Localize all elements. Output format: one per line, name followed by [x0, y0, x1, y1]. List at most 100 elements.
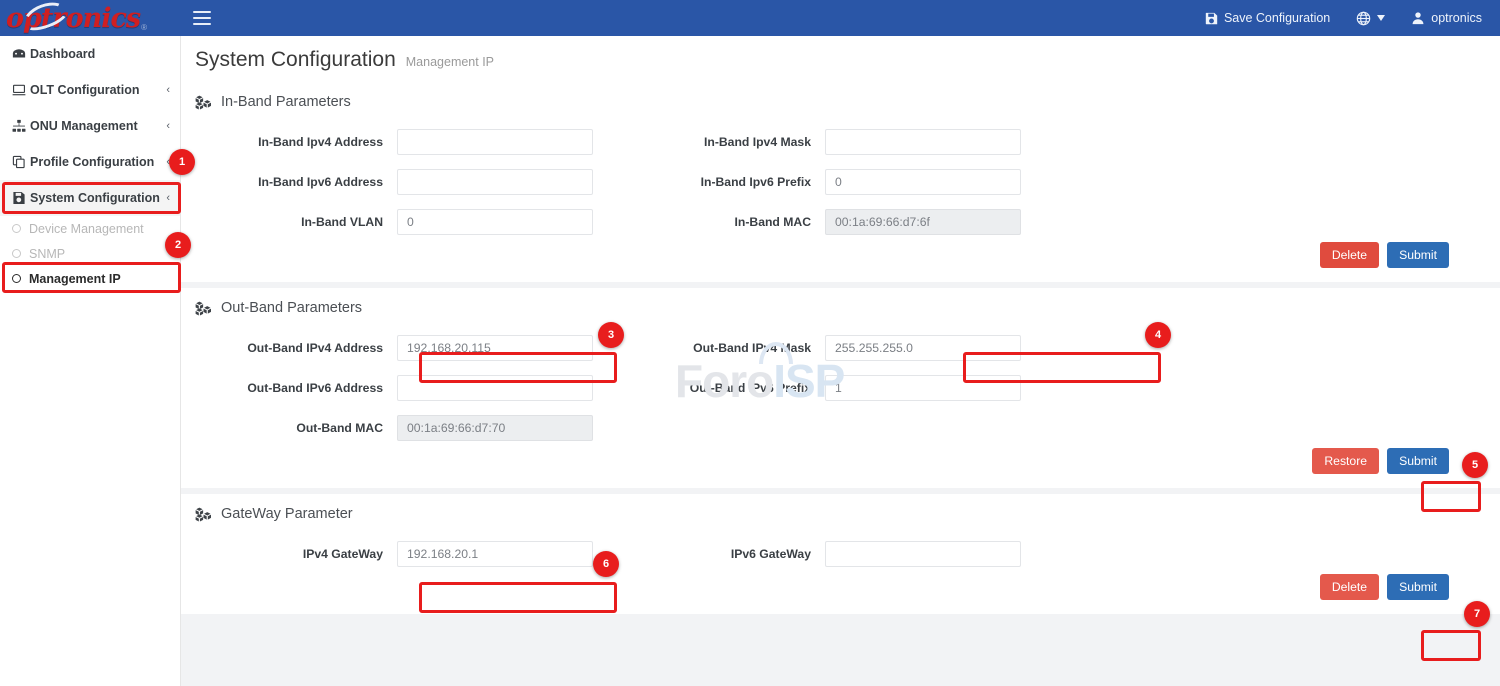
field-label: Out-Band IPv4 Mask — [623, 341, 825, 355]
breadcrumb: Management IP — [406, 55, 494, 69]
sidebar-item-system-configuration[interactable]: System Configuration‹ — [0, 180, 180, 216]
sidebar-item-label: Dashboard — [30, 47, 170, 61]
input-in-band-vlan[interactable]: 0 — [397, 209, 593, 235]
field-in-band-mac: In-Band MAC00:1a:69:66:d7:6f — [623, 209, 1021, 235]
section-header: In-Band Parameters — [181, 82, 1500, 122]
floppy-disk-icon — [1205, 12, 1218, 25]
annotation-badge-7: 7 — [1464, 601, 1490, 627]
input-in-band-ipv6-prefix[interactable]: 0 — [825, 169, 1021, 195]
save-configuration-button[interactable]: Save Configuration — [1205, 11, 1330, 25]
sidebar-item-onu-management[interactable]: ONU Management‹ — [0, 108, 180, 144]
globe-icon — [1356, 11, 1371, 26]
chevron-left-icon: ‹ — [166, 120, 170, 132]
input-in-band-ipv4-address[interactable] — [397, 129, 593, 155]
section-title: GateWay Parameter — [221, 506, 353, 522]
sidebar-subitem-management-ip[interactable]: Management IP — [0, 266, 180, 291]
field-label: Out-Band IPv6 Address — [181, 381, 397, 395]
field-in-band-vlan: In-Band VLAN0 — [181, 209, 593, 235]
language-selector[interactable] — [1356, 11, 1385, 26]
top-bar-actions: Save Configuration — [1205, 11, 1500, 26]
sidebar-item-olt-configuration[interactable]: OLT Configuration‹ — [0, 72, 180, 108]
field-ipv6-gateway: IPv6 GateWay — [623, 541, 1021, 567]
field-label: In-Band Ipv4 Mask — [623, 135, 825, 149]
section-header: GateWay Parameter — [181, 494, 1500, 534]
input-out-band-ipv4-address[interactable]: 192.168.20.115 — [397, 335, 593, 361]
registered-trademark-icon: ® — [141, 23, 147, 36]
field-out-band-mac: Out-Band MAC00:1a:69:66:d7:70 — [181, 415, 593, 441]
section-actions: Restore Submit — [181, 448, 1500, 474]
annotation-badge-1: 1 — [169, 149, 195, 175]
input-out-band-mac: 00:1a:69:66:d7:70 — [397, 415, 593, 441]
input-out-band-ipv4-mask[interactable]: 255.255.255.0 — [825, 335, 1021, 361]
annotation-badge-3: 3 — [598, 322, 624, 348]
field-label: In-Band Ipv6 Prefix — [623, 175, 825, 189]
field-label: In-Band Ipv6 Address — [181, 175, 397, 189]
page-title: System Configuration — [195, 48, 396, 72]
field-out-band-ipv6-prefix: Out-Band IPv6 Prefix1 — [623, 375, 1021, 401]
circle-bullet-icon — [12, 249, 21, 258]
hamburger-bar — [193, 11, 211, 13]
delete-button[interactable]: Delete — [1320, 574, 1379, 600]
hamburger-bar — [193, 17, 211, 19]
input-ipv6-gateway[interactable] — [825, 541, 1021, 567]
main-content: System Configuration Management IP In-Ba… — [181, 36, 1500, 686]
submit-button[interactable]: Submit — [1387, 574, 1449, 600]
field-row: Out-Band IPv4 Address192.168.20.115Out-B… — [181, 328, 1500, 368]
annotation-badge-4: 4 — [1145, 322, 1171, 348]
chevron-down-icon — [1377, 15, 1385, 21]
sidebar-item-label: System Configuration — [30, 191, 166, 205]
annotation-badge-5: 5 — [1462, 452, 1488, 478]
input-in-band-ipv6-address[interactable] — [397, 169, 593, 195]
sidebar-subitem-snmp[interactable]: SNMP — [0, 241, 180, 266]
sidebar-item-label: Profile Configuration — [30, 155, 166, 169]
input-in-band-mac: 00:1a:69:66:d7:6f — [825, 209, 1021, 235]
field-label: IPv6 GateWay — [623, 547, 825, 561]
input-out-band-ipv6-address[interactable] — [397, 375, 593, 401]
submit-button[interactable]: Submit — [1387, 448, 1449, 474]
save-configuration-label: Save Configuration — [1224, 11, 1330, 25]
save-icon — [12, 191, 30, 205]
sidebar-item-dashboard[interactable]: Dashboard — [0, 36, 180, 72]
submit-button[interactable]: Submit — [1387, 242, 1449, 268]
circle-bullet-icon — [12, 274, 21, 283]
section-out-band-parameters: Out-Band Parameters Out-Band IPv4 Address… — [181, 288, 1500, 488]
field-label: Out-Band MAC — [181, 421, 397, 435]
cubes-icon — [195, 507, 212, 522]
field-rows: In-Band Ipv4 Address In-Band Ipv4 Mask In-… — [181, 122, 1500, 242]
user-name-label: optronics — [1431, 11, 1482, 25]
field-label: In-Band VLAN — [181, 215, 397, 229]
chevron-left-icon: ‹ — [166, 84, 170, 96]
input-out-band-ipv6-prefix[interactable]: 1 — [825, 375, 1021, 401]
field-in-band-ipv6-prefix: In-Band Ipv6 Prefix0 — [623, 169, 1021, 195]
sidebar-item-label: ONU Management — [30, 119, 166, 133]
field-row: Out-Band MAC00:1a:69:66:d7:70 — [181, 408, 1500, 448]
page-header: System Configuration Management IP — [181, 36, 1500, 82]
sidebar-item-profile-configuration[interactable]: Profile Configuration‹ — [0, 144, 180, 180]
field-ipv4-gateway: IPv4 GateWay192.168.20.1 — [181, 541, 593, 567]
section-actions: Delete Submit — [181, 574, 1500, 600]
dashboard-icon — [12, 47, 30, 61]
cubes-icon — [195, 95, 212, 110]
brand-logo[interactable]: optronics ® — [0, 0, 181, 36]
section-actions: Delete Submit — [181, 242, 1500, 268]
field-label: Out-Band IPv6 Prefix — [623, 381, 825, 395]
field-label: In-Band Ipv4 Address — [181, 135, 397, 149]
input-in-band-ipv4-mask[interactable] — [825, 129, 1021, 155]
circle-bullet-icon — [12, 224, 21, 233]
delete-button[interactable]: Delete — [1320, 242, 1379, 268]
sidebar-navigation: DashboardOLT Configuration‹ONU Managemen… — [0, 36, 181, 686]
input-ipv4-gateway[interactable]: 192.168.20.1 — [397, 541, 593, 567]
sidebar-subitem-device-management[interactable]: Device Management — [0, 216, 180, 241]
section-title: Out-Band Parameters — [221, 300, 362, 316]
user-menu[interactable]: optronics — [1411, 11, 1482, 25]
cubes-icon — [195, 301, 212, 316]
section-title: In-Band Parameters — [221, 94, 351, 110]
top-navigation-bar: optronics ® Save Configuration — [0, 0, 1500, 36]
field-out-band-ipv4-mask: Out-Band IPv4 Mask255.255.255.0 — [623, 335, 1021, 361]
field-row: In-Band VLAN0 In-Band MAC00:1a:69:66:d7:6… — [181, 202, 1500, 242]
field-in-band-ipv6-address: In-Band Ipv6 Address — [181, 169, 593, 195]
restore-button[interactable]: Restore — [1312, 448, 1379, 474]
field-row: In-Band Ipv6 Address In-Band Ipv6 Prefix0 — [181, 162, 1500, 202]
hamburger-bar — [193, 23, 211, 25]
menu-toggle-icon[interactable] — [193, 11, 211, 25]
